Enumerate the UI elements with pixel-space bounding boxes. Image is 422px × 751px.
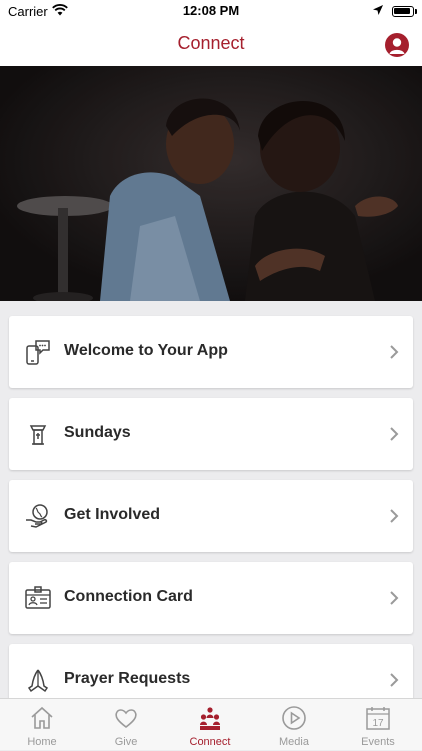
clock: 12:08 PM [182,3,240,18]
pulpit-icon [29,425,47,445]
tab-label: Connect [189,736,231,748]
page-title: Connect [177,33,245,53]
menu-item-label: Connection Card [64,588,193,605]
tab-label: Give [114,736,138,748]
chevron-right-icon [390,345,399,359]
play-icon [282,706,306,730]
hero-image [0,66,422,301]
menu-item-sundays[interactable]: Sundays [9,398,413,470]
tab-bar: Home Give Connect Media 17 Events [0,698,422,750]
nav-bar: Connect [0,24,422,66]
calendar-day: 17 [372,718,384,729]
globe-hand-icon [26,504,48,528]
tab-media[interactable]: Media [252,699,336,751]
calendar-icon: 17 [366,707,390,730]
phone-chat-icon [26,340,50,365]
chevron-right-icon [390,673,399,687]
chevron-right-icon [390,509,399,523]
menu-item-label: Sundays [64,424,131,441]
battery-icon [392,6,414,17]
profile-icon[interactable] [385,33,409,57]
menu-item-welcome[interactable]: Welcome to Your App [9,316,413,388]
tab-label: Home [27,736,57,748]
menu-item-prayer-requests[interactable]: Prayer Requests [9,644,413,698]
menu-item-label: Welcome to Your App [64,342,228,359]
menu-item-get-involved[interactable]: Get Involved [9,480,413,552]
location-arrow-icon [373,5,383,15]
tab-label: Events [361,736,395,748]
menu-item-label: Prayer Requests [64,670,191,687]
chevron-right-icon [390,427,399,441]
id-card-icon [25,586,51,609]
menu-item-connection-card[interactable]: Connection Card [9,562,413,634]
menu-item-label: Get Involved [64,506,161,523]
tab-home[interactable]: Home [0,699,84,751]
heart-icon [115,709,137,729]
menu-list: Welcome to Your App Sundays Get Involved [0,301,422,698]
chevron-right-icon [390,591,399,605]
battery-cap [415,9,417,14]
home-icon [31,706,53,729]
tab-events[interactable]: 17 Events [336,699,420,751]
tab-connect[interactable]: Connect [168,699,252,751]
people-icon [200,707,220,730]
status-bar: Carrier 12:08 PM [0,0,422,24]
tab-label: Media [279,736,309,748]
tab-give[interactable]: Give [84,699,168,751]
praying-hands-icon [27,669,49,693]
